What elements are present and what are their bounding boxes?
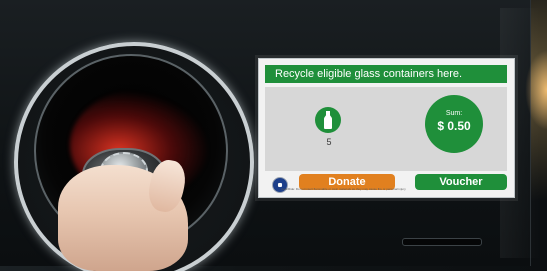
bottle-icon-glyph [324,111,332,129]
screen-body: 5 Sum: $ 0.50 [265,87,507,171]
sum-label: Sum: [445,110,463,117]
bottle-icon [315,107,341,133]
sum-display: Sum: $ 0.50 [425,95,483,153]
machine-screen: Recycle eligible glass containers here. … [258,58,515,198]
sum-value: $ 0.50 [437,119,471,133]
fineprint: CashRide: Do not insert flammable or tox… [281,187,406,191]
voucher-slot [402,238,482,246]
ambient-light-glow [525,50,547,130]
bottle-count: 5 [326,137,332,147]
screen-header: Recycle eligible glass containers here. [265,65,507,83]
scene: Recycle eligible glass containers here. … [0,0,547,271]
